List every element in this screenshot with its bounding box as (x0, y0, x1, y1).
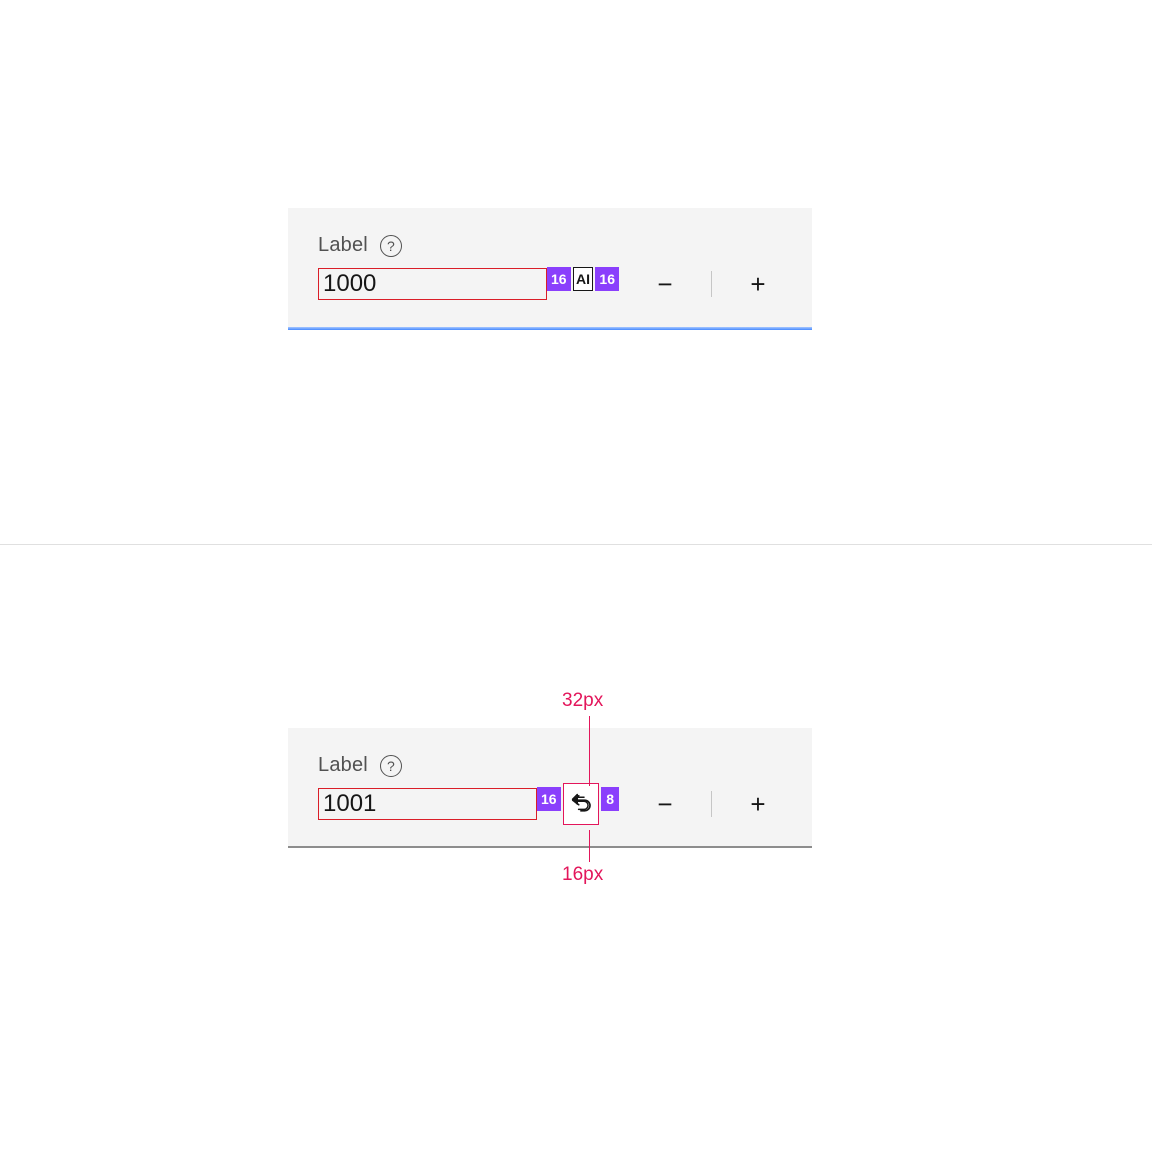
decrement-button[interactable]: − (641, 264, 689, 304)
increment-button[interactable]: + (734, 784, 782, 824)
stepper-divider (711, 271, 712, 297)
annotation-icon-size: 16px (562, 864, 603, 886)
field-label: Label (318, 234, 368, 257)
ai-slug[interactable]: AI (573, 267, 594, 291)
spacing-token-left: 16 (537, 787, 561, 811)
spacing-token-right: 16 (595, 267, 619, 291)
section-divider (0, 544, 1152, 545)
default-underline (288, 846, 812, 848)
field-label: Label (318, 754, 368, 777)
help-icon[interactable]: ? (380, 755, 402, 777)
spacing-token-right: 8 (601, 787, 619, 811)
focus-underline (288, 327, 812, 330)
stepper-divider (711, 791, 712, 817)
increment-button[interactable]: + (734, 264, 782, 304)
revert-button[interactable] (563, 783, 600, 825)
number-input-spec-ai-slug: Label ? 16 AI 16 − + (288, 208, 812, 330)
number-input-spec-revert: Label ? 16 8 − + (288, 728, 812, 848)
number-input[interactable] (318, 788, 537, 820)
annotation-leader-bottom (589, 830, 590, 862)
help-icon[interactable]: ? (380, 235, 402, 257)
annotation-width: 32px (562, 690, 603, 712)
decrement-button[interactable]: − (641, 784, 689, 824)
spacing-token-left: 16 (547, 267, 571, 291)
undo-icon (569, 792, 593, 816)
annotation-leader-top (589, 716, 590, 786)
number-input[interactable] (318, 268, 547, 300)
